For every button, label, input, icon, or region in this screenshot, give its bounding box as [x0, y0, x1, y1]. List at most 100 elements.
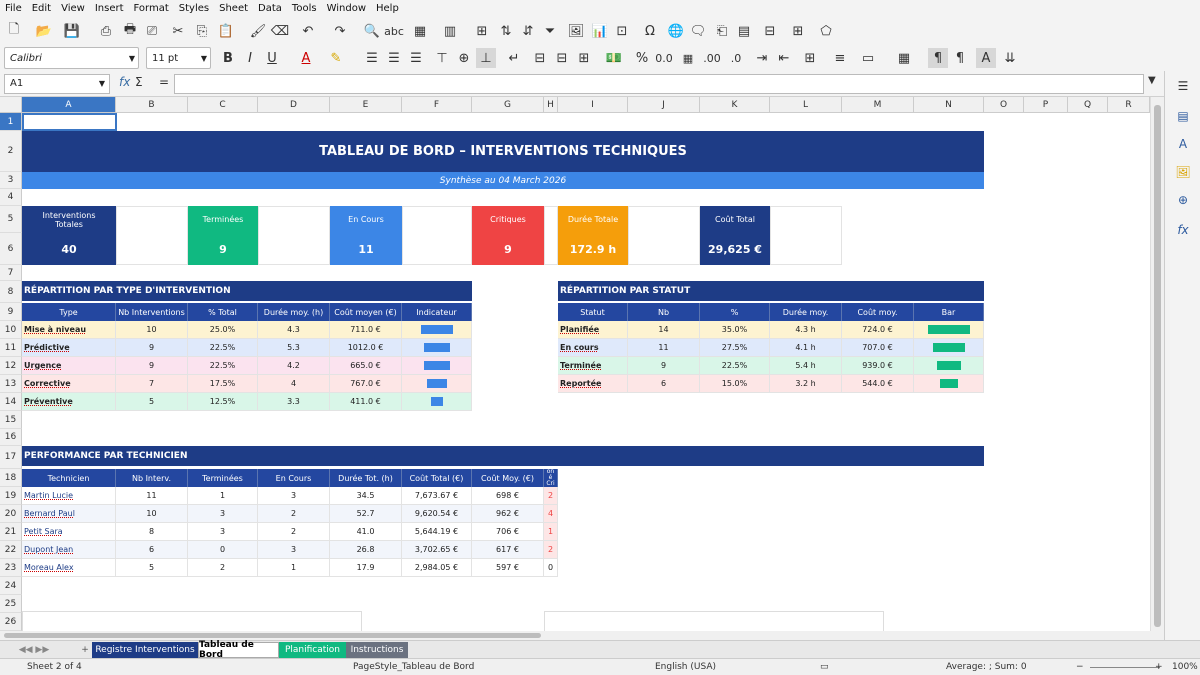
corner-cell[interactable]: [0, 97, 22, 113]
print-icon[interactable]: 🖶: [120, 21, 140, 41]
align-center-icon[interactable]: ☰: [384, 48, 404, 68]
align-bottom-icon[interactable]: ⊥: [476, 48, 496, 68]
add-decimal-icon[interactable]: .00: [702, 48, 722, 68]
row-header[interactable]: 19: [0, 487, 22, 505]
add-sheet-icon[interactable]: +: [78, 642, 92, 658]
align-right-icon[interactable]: ☰: [406, 48, 426, 68]
row-header[interactable]: 12: [0, 357, 22, 375]
column-header[interactable]: B: [116, 97, 188, 113]
vertical-scrollbar[interactable]: [1150, 97, 1164, 631]
vertical-text-icon[interactable]: ⇊: [1000, 48, 1020, 68]
chart-interventions-par-type[interactable]: Interventions par Type: [22, 611, 362, 631]
new-document-icon[interactable]: 🗋: [4, 21, 24, 41]
align-top-icon[interactable]: ⊤: [432, 48, 452, 68]
column-header[interactable]: N: [914, 97, 984, 113]
split-window-icon[interactable]: ⊞: [788, 21, 808, 41]
row-header[interactable]: 22: [0, 541, 22, 559]
zoom-level[interactable]: 100%: [1172, 662, 1198, 672]
formula-icon[interactable]: =: [159, 75, 169, 89]
freeze-rows-columns-icon[interactable]: ⊟: [760, 21, 780, 41]
print-preview-icon[interactable]: ⎚: [142, 21, 162, 41]
column-header[interactable]: Q: [1068, 97, 1108, 113]
italic-icon[interactable]: I: [240, 48, 260, 68]
increase-indent-icon[interactable]: ⇥: [752, 48, 772, 68]
column-header[interactable]: E: [330, 97, 402, 113]
expand-formula-bar-icon[interactable]: ▼: [1148, 75, 1156, 86]
row-icon[interactable]: ▦: [410, 21, 430, 41]
column-header[interactable]: A: [22, 97, 116, 113]
menu-item[interactable]: Sheet: [214, 3, 253, 14]
wrap-text-icon[interactable]: ↵: [504, 48, 524, 68]
page-style[interactable]: PageStyle_Tableau de Bord: [353, 662, 474, 672]
row-header[interactable]: 11: [0, 339, 22, 357]
sort-ascending-icon[interactable]: ⇅: [496, 21, 516, 41]
merge-cells-icon[interactable]: ⊟: [552, 48, 572, 68]
save-icon[interactable]: 💾: [62, 21, 82, 41]
column-header[interactable]: D: [258, 97, 330, 113]
chevron-down-icon[interactable]: ▼: [99, 79, 105, 88]
column-header[interactable]: G: [472, 97, 544, 113]
paste-icon[interactable]: 📋: [216, 21, 236, 41]
merge-center-icon[interactable]: ⊟: [530, 48, 550, 68]
menu-item[interactable]: Insert: [90, 3, 129, 14]
row-header[interactable]: 5: [0, 206, 22, 233]
row-header[interactable]: 26: [0, 613, 22, 631]
autofilter-sort-icon[interactable]: ⊞: [472, 21, 492, 41]
sheet-tab[interactable]: Registre Interventions: [92, 642, 198, 658]
row-header[interactable]: 2: [0, 131, 22, 172]
sheet-tab[interactable]: Planification: [279, 642, 346, 658]
chevron-down-icon[interactable]: ▼: [129, 54, 135, 63]
selection-mode-icon[interactable]: ▭: [820, 662, 829, 672]
define-print-area-icon[interactable]: ▤: [734, 21, 754, 41]
row-header[interactable]: 8: [0, 281, 22, 303]
ltr-icon[interactable]: ¶: [928, 48, 948, 68]
rtl-icon[interactable]: ¶: [950, 48, 970, 68]
row-header[interactable]: 4: [0, 189, 22, 206]
find-replace-icon[interactable]: 🔍: [362, 21, 382, 41]
currency-format-icon[interactable]: 💵: [604, 48, 624, 68]
sheet-tab[interactable]: Instructions: [346, 642, 408, 658]
navigator-icon[interactable]: ⊕: [1174, 191, 1192, 209]
properties-icon[interactable]: ▤: [1174, 107, 1192, 125]
column-header[interactable]: I: [558, 97, 628, 113]
date-format-icon[interactable]: ▦: [678, 48, 698, 68]
spelling-icon[interactable]: abc: [384, 21, 404, 41]
row-header[interactable]: 15: [0, 411, 22, 429]
column-header[interactable]: R: [1108, 97, 1150, 113]
column-header[interactable]: K: [700, 97, 770, 113]
clone-formatting-icon[interactable]: 🖌: [248, 21, 268, 41]
center-vertically-icon[interactable]: ⊕: [454, 48, 474, 68]
formula-input[interactable]: [174, 74, 1144, 94]
autofilter-icon[interactable]: ⏷: [540, 21, 560, 41]
font-color-icon[interactable]: A: [296, 48, 316, 68]
pivot-table-icon[interactable]: ⊡: [612, 21, 632, 41]
percent-format-icon[interactable]: %: [632, 48, 652, 68]
functions-icon[interactable]: fx: [1174, 221, 1192, 239]
borders-icon[interactable]: ⊞: [800, 48, 820, 68]
sum-icon[interactable]: Σ: [135, 75, 143, 89]
row-header[interactable]: 7: [0, 265, 22, 281]
row-header[interactable]: 21: [0, 523, 22, 541]
export-pdf-icon[interactable]: ⎙: [96, 21, 116, 41]
row-header[interactable]: 23: [0, 559, 22, 577]
comment-icon[interactable]: 🗨: [688, 21, 708, 41]
row-header[interactable]: 17: [0, 446, 22, 469]
tab-navigation-arrows[interactable]: ◀◀ ▶▶: [4, 642, 64, 658]
special-character-icon[interactable]: Ω: [640, 21, 660, 41]
row-header[interactable]: 18: [0, 469, 22, 487]
row-header[interactable]: 3: [0, 172, 22, 189]
chevron-down-icon[interactable]: ▼: [201, 54, 207, 63]
zoom-in-icon[interactable]: +: [1155, 662, 1163, 672]
bold-icon[interactable]: B: [218, 48, 238, 68]
font-size-box[interactable]: 11 pt ▼: [146, 47, 211, 69]
underline-icon[interactable]: U: [262, 48, 282, 68]
conditional-format-icon[interactable]: ▦: [894, 48, 914, 68]
menu-item[interactable]: Styles: [174, 3, 214, 14]
column-header[interactable]: L: [770, 97, 842, 113]
menu-item[interactable]: File: [0, 3, 27, 14]
insert-image-icon[interactable]: 🖼: [566, 21, 586, 41]
redo-icon[interactable]: ↷: [330, 21, 350, 41]
sheet-tab[interactable]: Tableau de Bord: [198, 640, 279, 660]
column-header[interactable]: M: [842, 97, 914, 113]
row-header[interactable]: 13: [0, 375, 22, 393]
